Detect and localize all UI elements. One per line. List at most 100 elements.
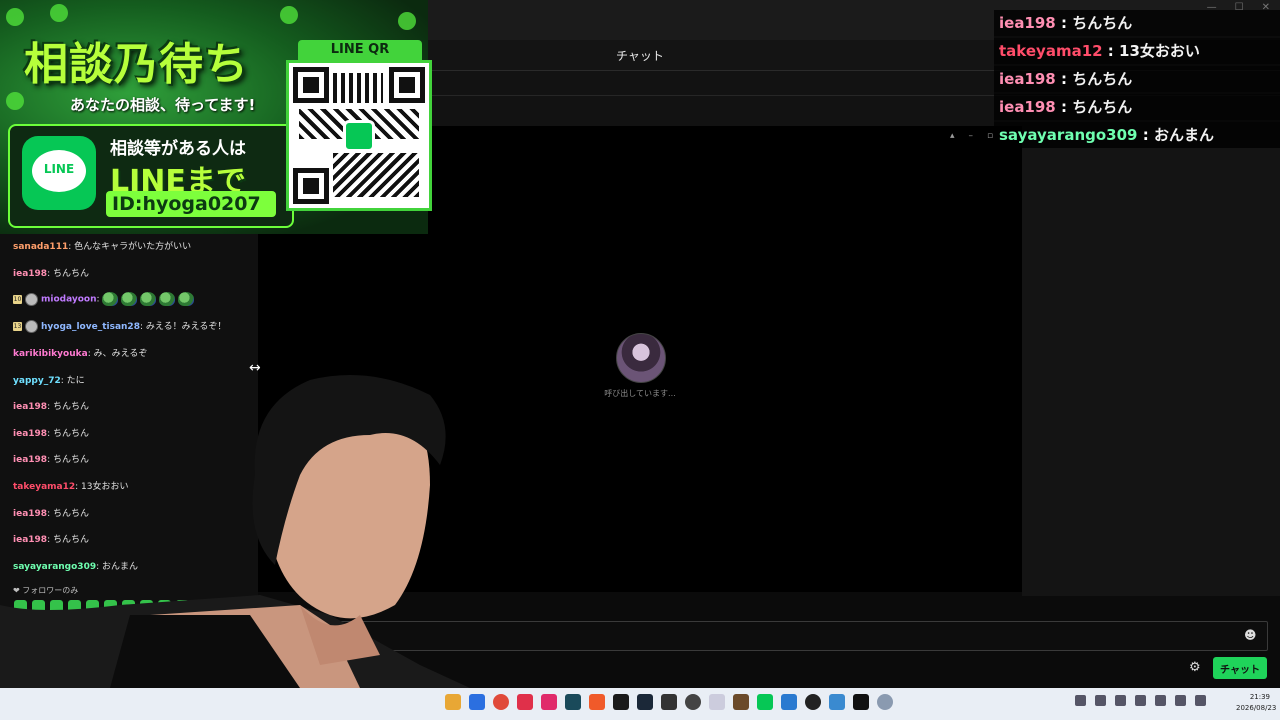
qr-finder	[293, 67, 329, 103]
chat-message: karikibikyouka: み、みえるぞ	[13, 346, 147, 359]
chevron-up-icon[interactable]	[1075, 695, 1086, 706]
microphone-icon[interactable]	[1115, 695, 1126, 706]
app-icon[interactable]	[565, 694, 581, 710]
overlay-text: 13女おおい	[1119, 42, 1200, 60]
emoji-icon[interactable]: ☻	[1244, 628, 1257, 642]
overlay-username: iea198	[999, 98, 1056, 116]
file-explorer-icon[interactable]	[445, 694, 461, 710]
obs-icon[interactable]	[685, 694, 701, 710]
overlay-text: ちんちん	[1072, 98, 1133, 116]
pepe-emote-icon	[121, 292, 138, 306]
overlay-text: ちんちん	[1072, 70, 1133, 88]
pepe-emote-icon	[159, 292, 176, 306]
clock-date: 2026/08/23	[1236, 704, 1277, 712]
app-icon[interactable]	[541, 694, 557, 710]
streamer-webcam	[0, 375, 470, 688]
settings-app-icon[interactable]	[877, 694, 893, 710]
pin-icon[interactable]: ▴	[950, 131, 955, 141]
overlay-text: おんまん	[1153, 126, 1214, 144]
pepe-emote-icon	[140, 292, 157, 306]
chat-text: 色んなキャラがいた方がいい	[74, 242, 192, 252]
right-sidebar	[1022, 126, 1280, 596]
qr-line-icon	[343, 120, 375, 152]
pepe-emote-icon	[178, 292, 195, 306]
taskbar-clock[interactable]: 21:39 2026/08/23	[1236, 692, 1277, 714]
chat-username[interactable]: karikibikyouka	[13, 349, 88, 359]
overlay-text: ちんちん	[1072, 14, 1133, 32]
overlay-username: takeyama12	[999, 42, 1103, 60]
minecraft-icon[interactable]	[733, 694, 749, 710]
send-chat-button[interactable]: チャット	[1213, 657, 1267, 679]
overlay-chat-line: sayayarango309 : おんまん	[994, 122, 1280, 148]
overlay-separator: :	[1055, 70, 1073, 88]
chat-message: iea198: ちんちん	[13, 266, 89, 279]
user-avatar	[25, 320, 38, 333]
chat-text: ちんちん	[52, 269, 89, 279]
overlay-separator: :	[1055, 98, 1073, 116]
ghost-decoration	[50, 4, 68, 22]
network-icon[interactable]	[1155, 695, 1166, 706]
expand-call-icon[interactable]: ▫	[987, 131, 993, 141]
app-icon[interactable]	[613, 694, 629, 710]
app-icon[interactable]	[853, 694, 869, 710]
minimize-call-icon[interactable]: –	[969, 131, 974, 141]
qr-pattern	[333, 153, 419, 197]
overlay-chat-line: iea198 : ちんちん	[994, 10, 1280, 36]
chat-username[interactable]: hyoga_love_tisan28	[41, 322, 140, 332]
battery-icon[interactable]	[1195, 695, 1206, 706]
app-icon[interactable]	[661, 694, 677, 710]
taskbar-app-icons	[445, 694, 893, 710]
ghost-decoration	[398, 12, 416, 30]
overlay-separator: :	[1137, 126, 1154, 144]
call-status-text: 呼び出しています...	[604, 389, 676, 398]
chat-username[interactable]: sanada111	[13, 242, 68, 252]
chat-username[interactable]: miodayoon	[41, 295, 97, 305]
app-icon[interactable]	[469, 694, 485, 710]
banner-line-id: ID:hyoga0207	[112, 193, 261, 215]
subscriber-badge: 10	[13, 294, 22, 304]
ghost-decoration	[6, 92, 24, 110]
overlay-chat-line: iea198 : ちんちん	[994, 66, 1280, 92]
qr-finder	[389, 67, 425, 103]
app-icon[interactable]	[517, 694, 533, 710]
callee-avatar	[616, 333, 666, 383]
unreal-icon[interactable]	[805, 694, 821, 710]
banner-subtitle: あなたの相談、待ってます!	[70, 96, 256, 114]
chat-message: sanada111: 色んなキャラがいた方がいい	[13, 239, 191, 252]
overlay-chat-line: takeyama12 : 13女おおい	[994, 38, 1280, 64]
app-tray-icon[interactable]	[1135, 695, 1146, 706]
app-icon[interactable]	[709, 694, 725, 710]
clock-time: 21:39	[1249, 693, 1270, 701]
ghost-decoration	[280, 6, 298, 24]
settings-gear-icon[interactable]: ⚙	[1189, 660, 1201, 675]
system-tray	[1075, 695, 1206, 706]
overlay-username: iea198	[999, 70, 1056, 88]
overlay-username: iea198	[999, 14, 1056, 32]
qr-label: LINE QR	[298, 40, 422, 60]
steam-icon[interactable]	[637, 694, 653, 710]
brave-icon[interactable]	[589, 694, 605, 710]
qr-pattern	[333, 73, 383, 103]
chat-message: 10 miodayoon:	[13, 292, 197, 306]
user-avatar	[25, 292, 38, 306]
line-logo-text: LINE	[43, 162, 75, 176]
ghost-decoration	[6, 8, 24, 26]
cloud-icon[interactable]	[1095, 695, 1106, 706]
chrome-icon[interactable]	[493, 694, 509, 710]
app-icon[interactable]	[781, 694, 797, 710]
pepe-emote-icon	[102, 292, 119, 306]
overlay-chat-line: iea198 : ちんちん	[994, 94, 1280, 120]
chat-text: み、みえるぞ	[93, 349, 148, 359]
chat-username[interactable]: iea198	[13, 269, 47, 279]
chat-message: 13 hyoga_love_tisan28: みえる！みえるぞ！	[13, 319, 226, 333]
volume-icon[interactable]	[1175, 695, 1186, 706]
banner-title: 相談乃待ち	[24, 39, 249, 90]
line-app-icon[interactable]	[757, 694, 773, 710]
overlay-separator: :	[1102, 42, 1120, 60]
overlay-username: sayayarango309	[999, 126, 1138, 144]
app-icon[interactable]	[829, 694, 845, 710]
call-window-controls: ▴ – ▫	[950, 131, 993, 141]
overlay-separator: :	[1055, 14, 1073, 32]
qr-finder	[293, 168, 329, 204]
chat-text: みえる！みえるぞ！	[145, 322, 227, 332]
